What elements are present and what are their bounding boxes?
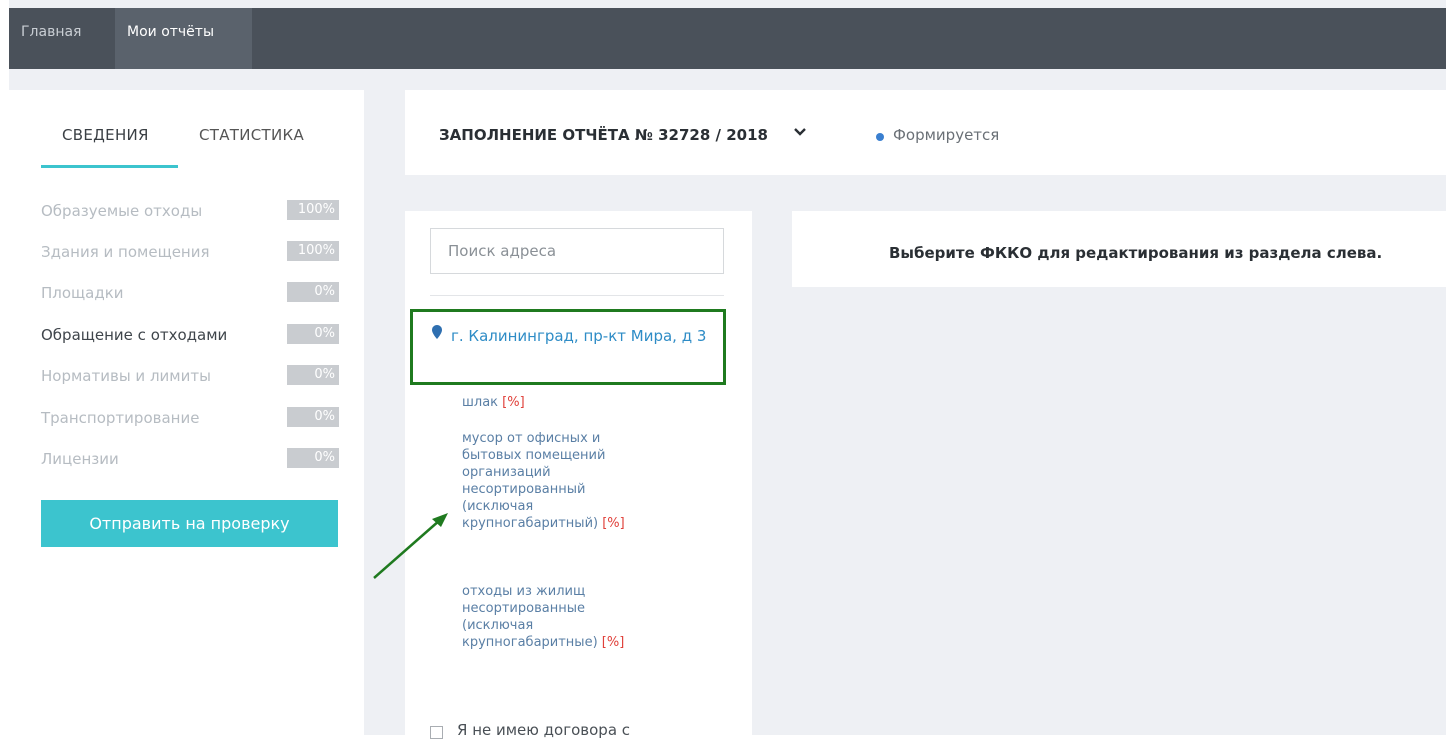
section-label: Транспортирование — [41, 409, 200, 427]
progress-badge: 0% — [287, 407, 339, 427]
waste-item[interactable]: мусор от офисных и бытовых помещений орг… — [462, 430, 647, 532]
divider — [430, 295, 724, 296]
nav-item-home-label: Главная — [21, 24, 82, 40]
submit-for-review-button[interactable]: Отправить на проверку — [41, 500, 338, 547]
select-fkko-message: Выберите ФККО для редактирования из разд… — [889, 244, 1383, 262]
annotation-arrow-icon — [373, 513, 448, 579]
waste-item[interactable]: отходы из жилищ несортированные (исключа… — [462, 583, 637, 651]
percent-badge[interactable]: [%] — [502, 395, 525, 410]
waste-item-name: отходы из жилищ несортированные (исключа… — [462, 584, 598, 650]
waste-item-name: шлак — [462, 395, 499, 410]
tab-statistics[interactable]: СТАТИСТИКА — [199, 126, 304, 144]
top-navigation-bar: Главная Мои отчёты — [9, 8, 1446, 69]
tab-details[interactable]: СВЕДЕНИЯ — [62, 126, 149, 144]
report-sections-panel: СВЕДЕНИЯ СТАТИСТИКА Образуемые отходы 10… — [9, 90, 364, 735]
nav-item-my-reports[interactable]: Мои отчёты — [115, 8, 252, 69]
nav-item-my-reports-label: Мои отчёты — [127, 24, 215, 40]
nav-item-home[interactable]: Главная — [21, 8, 111, 69]
report-title[interactable]: ЗАПОЛНЕНИЕ ОТЧЁТА № 32728 / 2018 — [439, 126, 768, 144]
address-search-input[interactable] — [430, 228, 724, 274]
section-item-norms-limits[interactable]: Нормативы и лимиты 0% — [41, 365, 339, 387]
progress-badge: 0% — [287, 282, 339, 302]
map-marker-icon — [432, 325, 442, 339]
no-contract-checkbox[interactable] — [430, 726, 443, 739]
progress-badge: 0% — [287, 324, 339, 344]
waste-item[interactable]: шлак [%] — [462, 394, 662, 411]
report-header: ЗАПОЛНЕНИЕ ОТЧЁТА № 32728 / 2018 Формиру… — [405, 90, 1446, 175]
progress-badge: 100% — [287, 200, 339, 220]
chevron-down-icon[interactable] — [794, 126, 806, 141]
percent-badge[interactable]: [%] — [602, 516, 625, 531]
section-item-sites[interactable]: Площадки 0% — [41, 282, 339, 304]
section-item-generated-waste[interactable]: Образуемые отходы 100% — [41, 200, 339, 222]
percent-badge[interactable]: [%] — [602, 635, 625, 650]
progress-badge: 0% — [287, 365, 339, 385]
section-label: Обращение с отходами — [41, 326, 228, 344]
section-label: Здания и помещения — [41, 243, 210, 261]
section-label: Нормативы и лимиты — [41, 367, 211, 385]
no-contract-label: Я не имею договора с — [457, 721, 631, 739]
status-dot-icon — [876, 133, 884, 141]
progress-badge: 100% — [287, 241, 339, 261]
active-tab-indicator — [41, 165, 178, 168]
report-status: Формируется — [893, 126, 1000, 144]
section-label: Площадки — [41, 284, 124, 302]
section-item-buildings[interactable]: Здания и помещения 100% — [41, 241, 339, 263]
section-item-licenses[interactable]: Лицензии 0% — [41, 448, 339, 470]
address-link[interactable]: г. Калининград, пр-кт Мира, д 3 — [451, 324, 716, 348]
section-item-waste-handling[interactable]: Обращение с отходами 0% — [41, 324, 339, 346]
section-label: Образуемые отходы — [41, 202, 203, 220]
section-item-transportation[interactable]: Транспортирование 0% — [41, 407, 339, 429]
waste-item-name: мусор от офисных и бытовых помещений орг… — [462, 431, 606, 531]
address-tree-panel: г. Калининград, пр-кт Мира, д 3 шлак [%]… — [405, 211, 752, 739]
info-card: Выберите ФККО для редактирования из разд… — [792, 211, 1446, 287]
progress-badge: 0% — [287, 448, 339, 468]
section-label: Лицензии — [41, 450, 119, 468]
